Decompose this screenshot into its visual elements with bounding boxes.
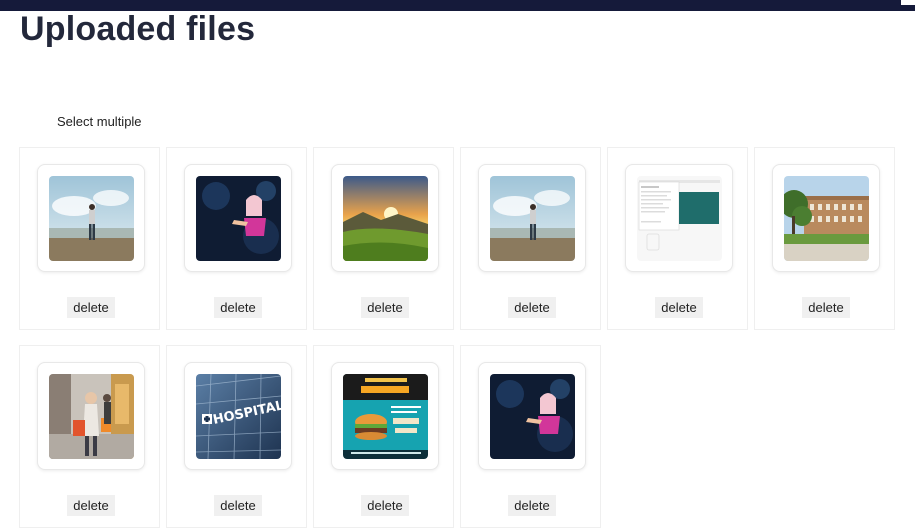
file-card: delete bbox=[460, 147, 601, 330]
school-building-image bbox=[783, 175, 869, 261]
delete-button[interactable]: delete bbox=[655, 297, 703, 318]
delete-button[interactable]: delete bbox=[361, 297, 409, 318]
file-card: delete bbox=[313, 147, 454, 330]
woman-dark-blue-image bbox=[195, 175, 281, 261]
thumbnail-frame[interactable]: HOSPITAL bbox=[184, 362, 292, 470]
delete-button[interactable]: delete bbox=[214, 297, 262, 318]
file-card: delete bbox=[166, 147, 307, 330]
woman-dark-blue-image bbox=[489, 373, 575, 459]
file-card: delete bbox=[19, 147, 160, 330]
delete-button[interactable]: delete bbox=[508, 297, 556, 318]
man-on-cliff-image bbox=[489, 175, 575, 261]
file-card: delete bbox=[460, 345, 601, 528]
file-card: delete bbox=[607, 147, 748, 330]
file-card: delete bbox=[754, 147, 895, 330]
delete-button[interactable]: delete bbox=[67, 297, 115, 318]
file-card: delete bbox=[19, 345, 160, 528]
sunset-landscape-image bbox=[342, 175, 428, 261]
delete-button[interactable]: delete bbox=[508, 495, 556, 516]
file-card: delete bbox=[313, 345, 454, 528]
thumbnail-frame[interactable] bbox=[478, 362, 586, 470]
delete-button[interactable]: delete bbox=[361, 495, 409, 516]
thumbnail-frame[interactable] bbox=[772, 164, 880, 272]
thumbnail-frame[interactable] bbox=[331, 362, 439, 470]
thumbnail-frame[interactable] bbox=[331, 164, 439, 272]
burger-poster-image bbox=[342, 373, 428, 459]
thumbnail-frame[interactable] bbox=[625, 164, 733, 272]
thumbnail-frame[interactable] bbox=[478, 164, 586, 272]
delete-button[interactable]: delete bbox=[802, 297, 850, 318]
hospital-sign-image: HOSPITAL bbox=[195, 373, 281, 459]
delete-button[interactable]: delete bbox=[67, 495, 115, 516]
thumbnail-frame[interactable] bbox=[184, 164, 292, 272]
page-title: Uploaded files bbox=[20, 10, 256, 48]
thumbnail-frame[interactable] bbox=[37, 362, 145, 470]
navbar-corner bbox=[901, 0, 915, 5]
select-multiple-button[interactable]: Select multiple bbox=[57, 114, 142, 129]
man-on-cliff-image bbox=[48, 175, 134, 261]
screenshot-document-image bbox=[636, 175, 722, 261]
file-card: HOSPITAL delete bbox=[166, 345, 307, 528]
shopping-woman-image bbox=[48, 373, 134, 459]
delete-button[interactable]: delete bbox=[214, 495, 262, 516]
thumbnail-frame[interactable] bbox=[37, 164, 145, 272]
